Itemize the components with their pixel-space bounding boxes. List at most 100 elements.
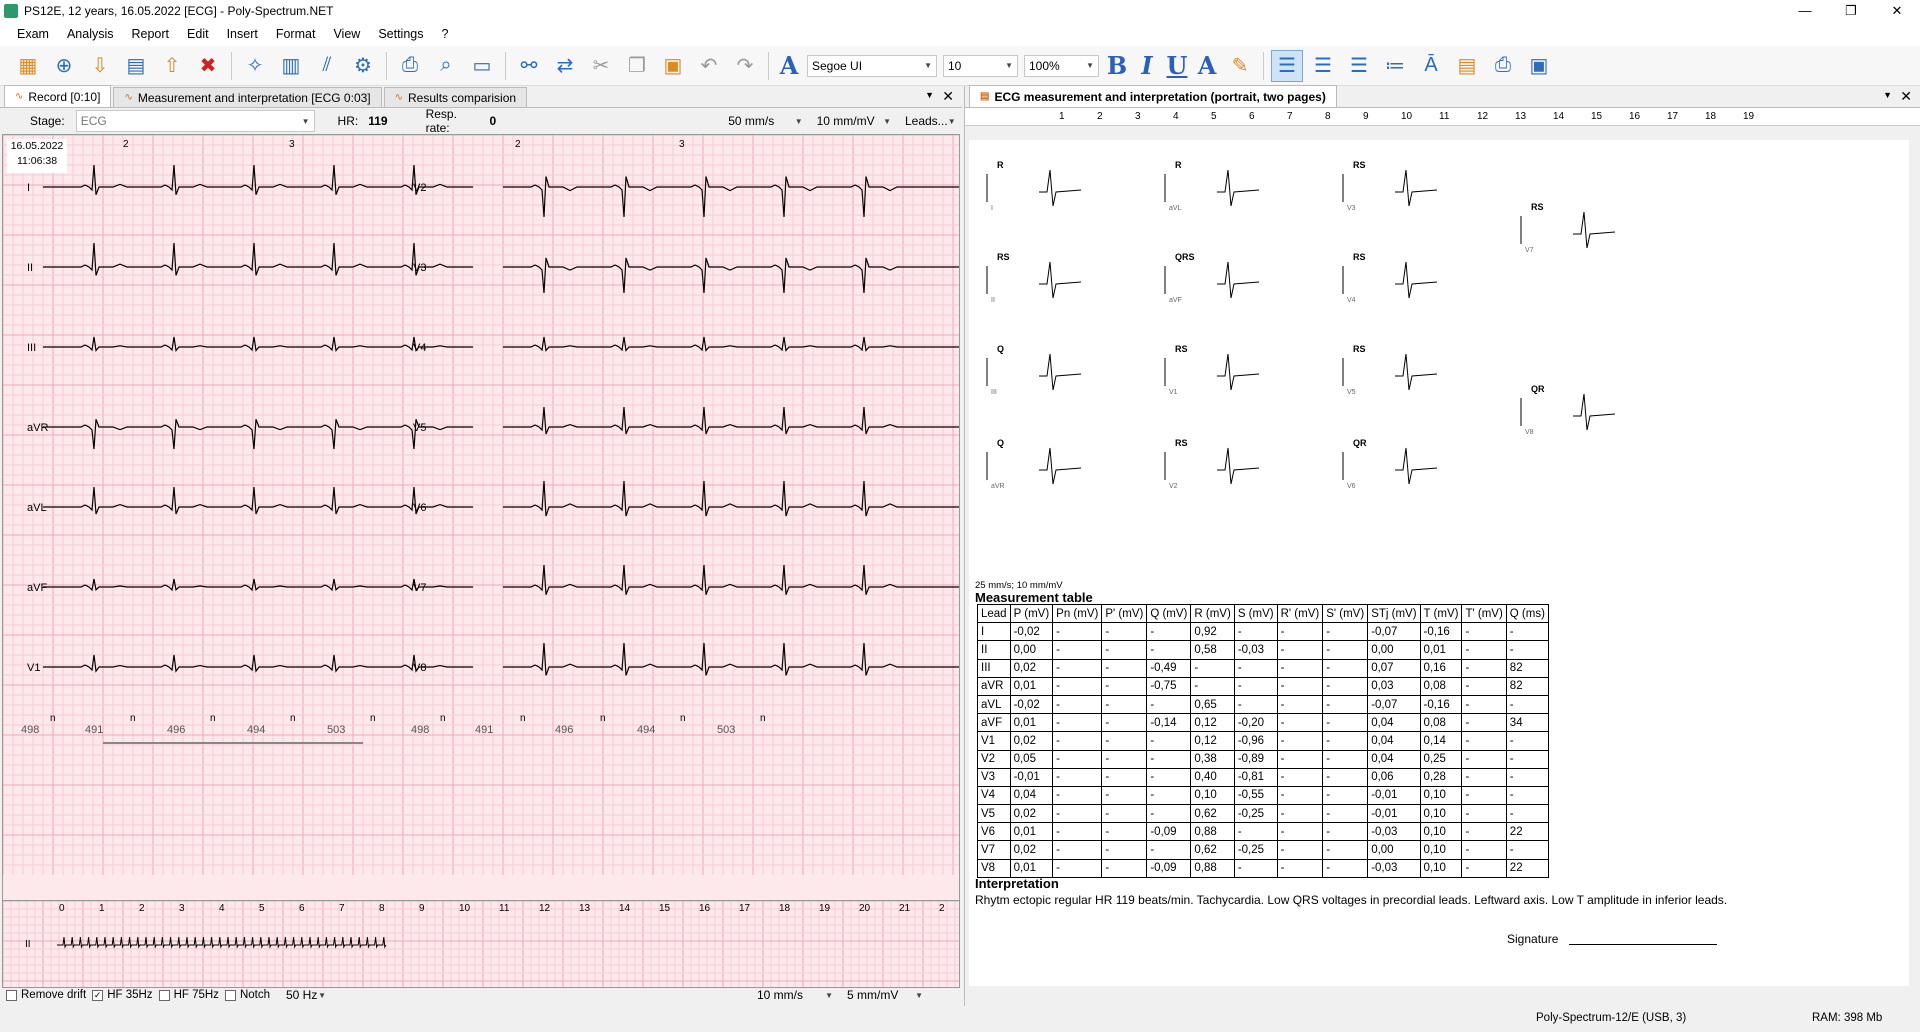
rhythm-speed-select[interactable]: 10 mm/s ▼: [753, 984, 837, 1006]
hr-label: HR:: [337, 114, 359, 128]
list-icon[interactable]: ≔: [1379, 50, 1411, 82]
save-exam-icon[interactable]: ▤: [120, 50, 152, 82]
qrs-complexes: R I RaVL RS V3 RS II QRS aVF RS V4 Q III RS V1 RS V5 QaVR…: [986, 160, 1616, 490]
ruler[interactable]: 1 2 3 4 5 6 7 8 9 10 11 12 13 14 15 16 17 18 19: [965, 108, 1920, 126]
align-center-icon[interactable]: ☰: [1307, 50, 1339, 82]
menu-help[interactable]: ?: [432, 27, 457, 41]
leads-select[interactable]: Leads... ▼: [901, 110, 959, 132]
complex-type: RS: [1531, 202, 1544, 212]
report-document[interactable]: R I RaVL RS V3 RS II QRS aVF RS V4 Q III RS V1 RS V5 QaVR…: [969, 140, 1909, 986]
gear-icon[interactable]: ⚙: [347, 50, 379, 82]
close-icon[interactable]: ✕: [1900, 88, 1912, 105]
font-color-icon[interactable]: A: [1192, 51, 1222, 80]
tab-ecg-measurement[interactable]: ▤ ECG measurement and interpretation (por…: [969, 85, 1337, 107]
folder-icon[interactable]: ▦: [12, 50, 44, 82]
table-header-cell: STj (mV): [1367, 603, 1421, 624]
paste-icon[interactable]: ▣: [657, 50, 689, 82]
report-icon[interactable]: ▥: [275, 50, 307, 82]
ecg-traces: I V2 II V3 III V4 aVR V5 aVL V6 aVF V7 V1 V8 2 3 2 3 498 49…: [3, 135, 959, 875]
stage-label: Stage:: [30, 114, 65, 128]
menu-analysis[interactable]: Analysis: [58, 27, 123, 41]
tab-measurement[interactable]: ∿ Measurement and interpretation [ECG 0:0…: [113, 87, 382, 107]
ecg-view[interactable]: I V2 II V3 III V4 aVR V5 aVL V6 aVF V7 V1 V8 2 3 2 3 498 49…: [2, 134, 960, 966]
hf75-checkbox[interactable]: [158, 989, 170, 1001]
rhythm-tick: 16: [699, 903, 711, 914]
export-icon[interactable]: ⇧: [156, 50, 188, 82]
rhythm-trace-line: [57, 936, 387, 949]
analysis-icon[interactable]: ✧: [239, 50, 271, 82]
table-cell: -0,02: [1009, 694, 1054, 715]
speed-select[interactable]: 50 mm/s ▼: [724, 110, 806, 132]
print-preview-icon[interactable]: ⌕: [430, 50, 462, 82]
highlight-icon[interactable]: ✎: [1224, 50, 1256, 82]
menu-insert[interactable]: Insert: [218, 27, 267, 41]
replace-icon[interactable]: ⇄: [549, 50, 581, 82]
delete-icon[interactable]: ✖: [192, 50, 224, 82]
menu-format[interactable]: Format: [267, 27, 325, 41]
zoom-value: 100%: [1029, 58, 1060, 73]
menu-settings[interactable]: Settings: [369, 27, 432, 41]
find-icon[interactable]: ⚯: [513, 50, 545, 82]
table-cell: -: [1233, 694, 1278, 715]
font-size-select[interactable]: 10 ▼: [943, 54, 1018, 77]
interpretation-text[interactable]: Rhytm ectopic regular HR 119 beats/min. …: [975, 892, 1735, 908]
close-icon[interactable]: ✕: [942, 88, 954, 105]
align-right-icon[interactable]: ☰: [1343, 50, 1375, 82]
hf35-checkbox[interactable]: ✓: [92, 989, 104, 1001]
rhythm-strip[interactable]: 0 1 2 3 4 5 6 7 8 9 10 11 12 13 14 15 16 17 18 19 20 21 2 II: [2, 900, 960, 988]
remove-drift-checkbox[interactable]: [6, 989, 17, 1001]
hz-select[interactable]: 50 Hz ▼: [282, 984, 330, 1006]
pane-menu-icon[interactable]: ▼: [925, 90, 934, 100]
complex-lead: V8: [1525, 429, 1534, 436]
stage-select[interactable]: ECG ▼: [75, 110, 315, 132]
page-setup-icon[interactable]: ▭: [466, 50, 498, 82]
underline-icon[interactable]: U: [1162, 51, 1192, 80]
tab-record[interactable]: ∿ Record [0:10]: [4, 85, 112, 107]
chart-icon[interactable]: ⫽: [311, 50, 343, 82]
table-cell: 0,58: [1190, 640, 1235, 660]
paragraph-icon[interactable]: ▤: [1451, 50, 1483, 82]
copy-icon[interactable]: ❐: [621, 50, 653, 82]
cut-icon[interactable]: ✂: [585, 50, 617, 82]
record-timestamp: 16.05.2022 11:06:38: [7, 139, 67, 173]
style-icon[interactable]: Ā: [1415, 50, 1447, 82]
gain-select[interactable]: 10 mm/mV ▼: [813, 110, 895, 132]
table-row: aVL -0,02- - -0,65- - - -0,07 -0,16- -: [977, 694, 1549, 715]
rhythm-tick: 14: [619, 903, 631, 914]
table-cell: 0,65: [1190, 694, 1235, 715]
zoom-select[interactable]: 100% ▼: [1024, 54, 1099, 77]
menu-edit[interactable]: Edit: [178, 27, 218, 41]
print-doc-icon[interactable]: ⎙: [1487, 50, 1519, 82]
new-exam-icon[interactable]: ⊕: [48, 50, 80, 82]
font-family-select[interactable]: Segoe UI ▼: [807, 54, 937, 77]
table-cell: III: [977, 658, 1011, 678]
pane-menu-icon[interactable]: ▼: [1883, 90, 1892, 100]
menu-report[interactable]: Report: [123, 27, 179, 41]
table-cell: 0,02: [1009, 731, 1054, 751]
font-icon[interactable]: A: [774, 51, 804, 80]
tab-results-comparision[interactable]: ∿ Results comparision: [383, 87, 528, 107]
minimize-button[interactable]: —: [1782, 0, 1828, 22]
redo-icon[interactable]: ↷: [729, 50, 761, 82]
undo-icon[interactable]: ↶: [693, 50, 725, 82]
close-button[interactable]: ✕: [1874, 0, 1920, 22]
notch-checkbox[interactable]: [224, 989, 236, 1001]
table-cell: 0,00: [1009, 640, 1054, 660]
menu-exam[interactable]: Exam: [8, 27, 58, 41]
maximize-button[interactable]: ❐: [1828, 0, 1874, 22]
table-header-cell: R (mV): [1190, 603, 1235, 624]
rhythm-gain-select[interactable]: 5 mm/mV ▼: [843, 984, 927, 1006]
signature-line: [1569, 944, 1717, 945]
menu-view[interactable]: View: [324, 27, 369, 41]
bold-icon[interactable]: B: [1102, 51, 1132, 80]
table-cell: 0,10: [1419, 858, 1463, 878]
table-cell: -: [1101, 840, 1148, 860]
italic-icon[interactable]: I: [1132, 51, 1162, 80]
save-doc-icon[interactable]: ▣: [1523, 50, 1555, 82]
separator: [386, 51, 387, 80]
import-icon[interactable]: ⇩: [84, 50, 116, 82]
print-icon[interactable]: ⎙: [394, 50, 426, 82]
table-cell: -: [1146, 804, 1192, 824]
align-left-icon[interactable]: ☰: [1271, 49, 1303, 82]
table-cell: -: [1461, 731, 1507, 751]
